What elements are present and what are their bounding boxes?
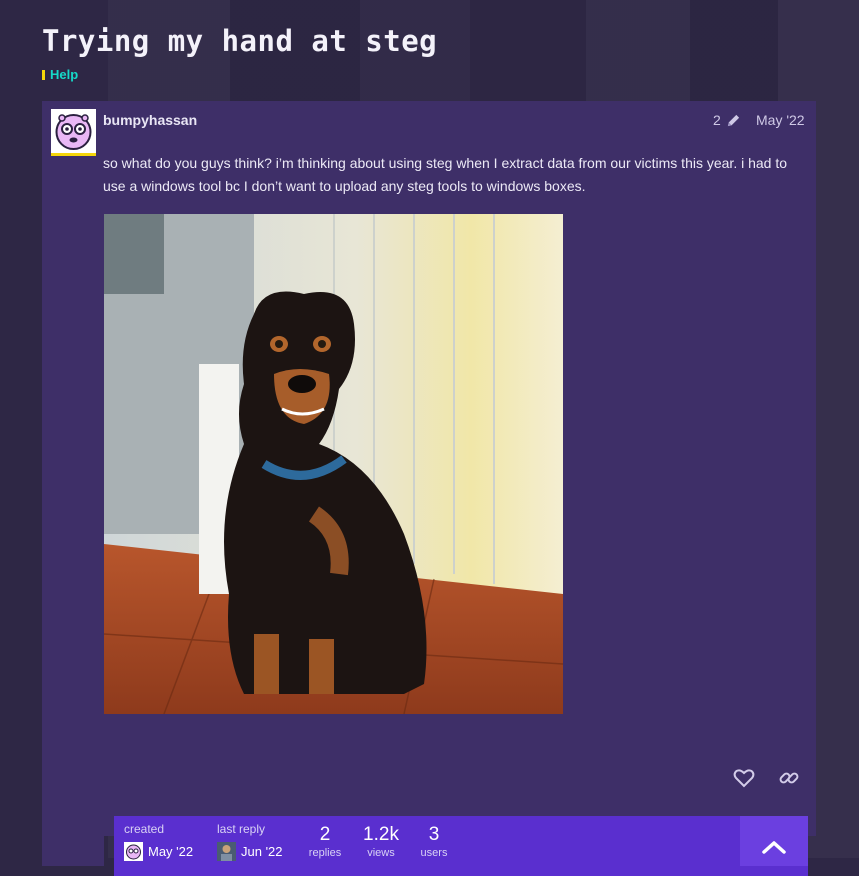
stat-users: 3 users (414, 824, 454, 859)
stat-views: 1.2k views (358, 824, 404, 859)
link-icon[interactable] (776, 766, 802, 790)
replies-label: replies (308, 847, 342, 859)
pencil-icon (727, 114, 739, 126)
stat-replies: 2 replies (303, 824, 347, 859)
topic-last-reply[interactable]: last reply Jun '22 (217, 822, 283, 861)
last-replier-avatar (217, 842, 236, 861)
expand-topic-map-button[interactable] (740, 816, 808, 866)
users-label: users (420, 847, 448, 859)
topic-title[interactable]: Trying my hand at steg (42, 24, 437, 58)
last-reply-date: Jun '22 (241, 844, 283, 859)
heart-icon[interactable] (731, 766, 757, 790)
creator-avatar (124, 842, 143, 861)
gutter-tab (42, 836, 104, 866)
edit-history-button[interactable]: 2 (713, 112, 741, 128)
category-swatch (42, 69, 45, 80)
users-count: 3 (428, 824, 440, 845)
post-body-text: so what do you guys think? i’m thinking … (103, 155, 788, 194)
replies-count: 2 (319, 824, 331, 845)
post-image[interactable] (104, 214, 563, 714)
post-author[interactable]: bumpyhassan (103, 112, 197, 128)
created-date: May '22 (148, 844, 194, 859)
topic-created[interactable]: created May '22 (124, 822, 193, 861)
views-label: views (367, 847, 395, 859)
post-date[interactable]: May '22 (756, 112, 805, 128)
edit-count: 2 (713, 112, 721, 128)
views-count: 1.2k (363, 824, 399, 845)
avatar-flair-bar (51, 153, 96, 156)
last-reply-label: last reply (217, 822, 266, 836)
created-label: created (124, 822, 165, 836)
chevron-up-icon (762, 841, 786, 854)
category-badge[interactable]: Help (42, 67, 78, 82)
user-avatar[interactable] (51, 109, 96, 154)
category-label: Help (50, 67, 79, 82)
